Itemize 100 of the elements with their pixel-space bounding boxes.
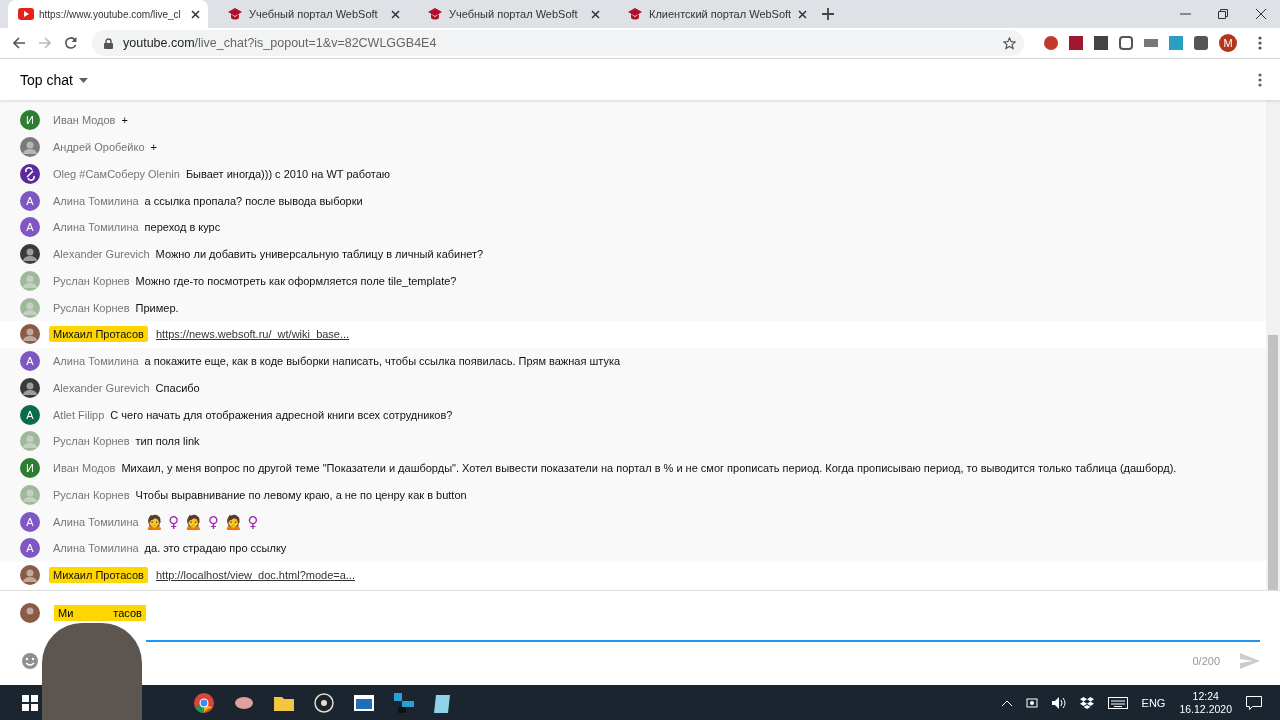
message-text: Бывает иногда))) с 2010 на WT работаю [185,167,391,180]
user-avatar [20,244,40,265]
window-icon[interactable] [354,694,374,711]
author-name[interactable]: Руслан Корнев [53,488,130,501]
close-icon[interactable] [191,9,200,19]
close-icon[interactable] [391,9,400,19]
user-avatar [20,163,40,184]
emoji-message: 🙍 ♀ 🙍 ♀ 🙍 ♀ [144,512,259,531]
top-chat-dropdown[interactable]: Top chat [20,71,88,88]
windows-start-icon[interactable] [22,694,38,711]
author-name[interactable]: Михаил Протасов [49,567,148,584]
author-name[interactable]: Алина Томилина [53,355,139,368]
author-name[interactable]: Руслан Корнев [53,301,130,314]
message-text: тип поля link [135,435,200,448]
message-text: Пример. [135,301,179,314]
author-name[interactable]: Atlet Filipp [53,408,105,421]
author-name[interactable]: Иван Модов [53,114,116,127]
author-name[interactable]: Алина Томилина [53,515,139,528]
message-text: а ссылка пропала? после вывода выборки [144,194,363,207]
clock-date: 16.12.2020 [1179,702,1232,716]
user-avatar: А [20,217,40,238]
close-icon[interactable] [591,9,600,19]
chrome-icon[interactable] [194,692,214,713]
browser-tab[interactable]: Учебный портал WebSoft [208,0,408,28]
browser-tab[interactable]: Клиентский портал WebSoft [608,0,808,28]
author-name[interactable]: Алина Томилина [53,194,139,207]
notepad-icon[interactable] [434,692,452,713]
author-name[interactable]: Андрей Оробейко [53,141,145,154]
message-text: + [121,114,128,127]
author-name[interactable]: Алина Томилина [53,221,139,234]
message-link[interactable]: http://localhost/view_doc.html?mode=a... [155,569,355,582]
app-icon[interactable] [394,692,414,713]
browser-tab[interactable]: Учебный портал WebSoft [408,0,608,28]
address-bar[interactable]: youtube.com/live_chat?is_popout=1&v=82CWLGGB4E4 [92,30,1024,56]
message-text: Спасибо [155,381,200,394]
tab-title: Учебный портал WebSoft [249,8,379,20]
extension-icon[interactable] [1044,36,1058,50]
new-tab-icon[interactable] [822,8,834,20]
user-avatar [20,484,40,505]
user-avatar: А [20,511,40,532]
scrollbar-thumb[interactable] [1268,335,1278,590]
user-avatar [20,297,40,318]
author-name[interactable]: Алина Томилина [53,542,139,555]
author-name[interactable]: Иван Модов [53,462,116,475]
user-avatar [20,270,40,291]
author-name-fragment: тасов [113,607,142,619]
browser-tab[interactable]: https://www.youtube.com/live_cl [8,0,208,28]
minimize-icon[interactable] [1179,13,1191,15]
message-text: а покажите еще, как в коде выборки написать, чтобы ссылка появилась. Прям важная штука [144,355,621,368]
close-icon[interactable] [1256,9,1266,19]
pocket-icon[interactable] [1119,36,1133,50]
language-indicator[interactable]: ENG [1141,696,1166,709]
caret-icon[interactable] [78,78,88,84]
message-text: да. это страдаю про ссылку [144,542,287,555]
message-text: + [150,141,157,154]
maximize-icon[interactable] [1218,9,1228,19]
message-text: С чего начать для отображения адресной книги всех сотрудников? [110,408,453,421]
author-name[interactable]: Alexander Gurevich [53,381,150,394]
author-name-fragment: Ми [58,607,74,619]
user-avatar [20,565,40,586]
clock-time: 12:24 [1192,689,1219,703]
author-name[interactable]: Alexander Gurevich [53,248,150,261]
graduation-cap-icon [428,7,442,21]
close-icon[interactable] [798,9,808,19]
user-avatar [20,431,40,452]
notification-icon[interactable] [1246,695,1262,710]
url-text: youtube.com/live_chat?is_popout=1&v=82CWLGGB4E4 [123,36,437,50]
more-options-icon[interactable] [1258,72,1262,87]
dropbox-icon[interactable] [1079,696,1094,709]
user-avatar: А [20,538,40,559]
user-avatar [20,377,40,398]
message-text: Можно ли добавить универсальную таблицу в личный кабинет? [155,248,484,261]
back-icon[interactable] [13,37,25,49]
reload-icon[interactable] [65,37,77,49]
user-avatar: А [20,190,40,211]
user-avatar: И [20,110,40,131]
author-name[interactable]: Михаил Протасов [49,326,148,343]
puzzle-icon[interactable] [1194,36,1208,50]
folder-icon[interactable] [274,694,294,711]
tab-title: Учебный портал WebSoft [449,8,579,20]
lock-icon [104,37,113,49]
emoji-icon[interactable] [21,652,39,670]
keyboard-icon[interactable] [1107,696,1128,709]
camera-icon[interactable] [1025,696,1038,709]
user-avatar: И [20,458,40,479]
message-link[interactable]: https://news.websoft.ru/_wt/wiki_base... [155,328,350,341]
tab-title: Клиентский портал WebSoft [649,8,792,20]
author-name[interactable]: Руслан Корнев [53,435,130,448]
bookmark-star-icon[interactable] [1003,36,1016,50]
chevron-up-icon[interactable] [1001,699,1012,706]
message-text: Михаил, у меня вопрос по другой теме "Показатели и дашборды". Хотел вывести показатели на портал в % и не смог прописать период. Когда прописываю период, то выводится только таблица (дашборд). [121,462,1177,475]
recorder-icon[interactable] [314,692,334,713]
profile-avatar[interactable]: M [1219,34,1237,52]
tab-title: https://www.youtube.com/live_cl [39,8,182,20]
user-avatar [20,603,40,623]
author-name[interactable]: Руслан Корнев [53,274,130,287]
message-text: Можно где-то посмотреть как оформляется поле tile_template? [135,274,457,287]
speaker-icon[interactable] [1051,696,1066,709]
author-name[interactable]: Oleg #СамСоберу Olenin [53,167,180,180]
user-avatar: А [20,351,40,372]
